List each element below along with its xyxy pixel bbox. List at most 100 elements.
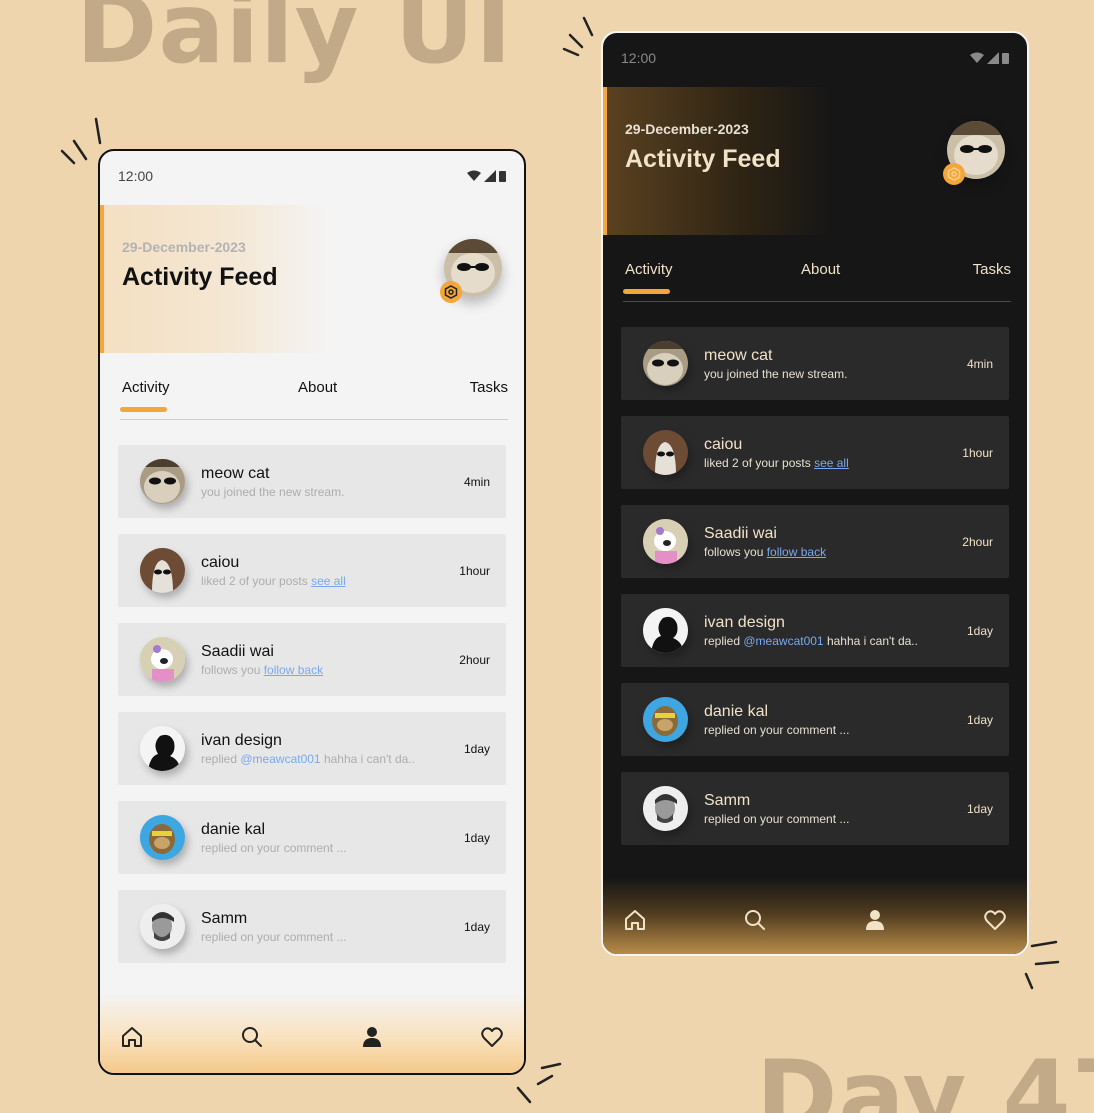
tab-bar: Activity About Tasks	[120, 377, 508, 421]
badge-icon	[440, 281, 462, 303]
activity-message: replied @meawcat001 hahha i can't da..	[704, 634, 918, 648]
heart-icon[interactable]	[983, 908, 1007, 932]
profile-avatar-button[interactable]	[943, 121, 1005, 185]
activity-message: replied on your comment ...	[201, 841, 347, 855]
avatar	[140, 459, 185, 504]
mention-link[interactable]: @meawcat001	[743, 634, 823, 648]
tab-bar: Activity About Tasks	[623, 259, 1011, 303]
activity-feed-list: meow cat you joined the new stream. 4min…	[621, 327, 1009, 861]
tab-about[interactable]: About	[298, 379, 337, 396]
see-all-link[interactable]: see all	[814, 456, 849, 470]
status-bar: 12:00	[118, 167, 506, 185]
timestamp: 1day	[966, 802, 993, 816]
activity-message: liked 2 of your posts see all	[201, 574, 346, 588]
wifi-icon	[970, 52, 984, 63]
status-icons	[970, 52, 1009, 64]
active-tab-indicator	[623, 289, 670, 294]
timestamp: 4min	[463, 475, 490, 489]
list-item[interactable]: danie kal replied on your comment ... 1d…	[118, 801, 506, 874]
tab-about[interactable]: About	[801, 261, 840, 278]
activity-message: replied @meawcat001 hahha i can't da..	[201, 752, 415, 766]
list-item[interactable]: caiou liked 2 of your posts see all 1hou…	[621, 416, 1009, 489]
search-icon[interactable]	[240, 1025, 264, 1049]
activity-message: follows you follow back	[704, 545, 827, 559]
timestamp: 1hour	[962, 446, 993, 460]
user-name: meow cat	[704, 347, 773, 364]
tab-tasks[interactable]: Tasks	[470, 379, 508, 396]
list-item[interactable]: danie kal replied on your comment ... 1d…	[621, 683, 1009, 756]
follow-back-link[interactable]: follow back	[264, 663, 323, 677]
home-icon[interactable]	[120, 1025, 144, 1049]
avatar	[140, 637, 185, 682]
search-icon[interactable]	[743, 908, 767, 932]
day-number-title: Day 47	[756, 1040, 1094, 1113]
user-name: ivan design	[201, 732, 282, 749]
status-icons	[467, 170, 506, 182]
status-time: 12:00	[621, 50, 657, 66]
tab-activity[interactable]: Activity	[625, 261, 673, 278]
user-name: caiou	[201, 554, 240, 571]
status-bar: 12:00	[621, 49, 1009, 67]
list-item[interactable]: ivan design replied @meawcat001 hahha i …	[621, 594, 1009, 667]
user-name: Samm	[201, 910, 248, 927]
profile-icon[interactable]	[360, 1025, 384, 1049]
timestamp: 1hour	[459, 564, 490, 578]
timestamp: 2hour	[962, 535, 993, 549]
daily-ui-title: Daily UI	[76, 0, 513, 86]
badge-icon	[943, 163, 965, 185]
tab-tasks[interactable]: Tasks	[973, 261, 1011, 278]
spark-decoration	[1024, 940, 1060, 990]
signal-icon	[484, 170, 496, 182]
list-item[interactable]: Saadii wai follows you follow back 2hour	[621, 505, 1009, 578]
activity-message: replied on your comment ...	[201, 930, 347, 944]
avatar	[140, 548, 185, 593]
avatar	[140, 815, 185, 860]
profile-avatar-button[interactable]	[440, 239, 502, 303]
heart-icon[interactable]	[480, 1025, 504, 1049]
user-name: Saadii wai	[704, 525, 777, 542]
avatar	[140, 904, 185, 949]
timestamp: 2hour	[459, 653, 490, 667]
avatar	[643, 519, 688, 564]
user-name: Samm	[704, 792, 751, 809]
activity-message: you joined the new stream.	[201, 485, 345, 499]
user-name: ivan design	[704, 614, 785, 631]
timestamp: 1day	[463, 920, 490, 934]
battery-icon	[499, 171, 506, 182]
profile-icon[interactable]	[863, 908, 887, 932]
list-item[interactable]: ivan design replied @meawcat001 hahha i …	[118, 712, 506, 785]
wifi-icon	[467, 170, 481, 181]
user-name: Saadii wai	[201, 643, 274, 660]
timestamp: 1day	[966, 624, 993, 638]
list-item[interactable]: meow cat you joined the new stream. 4min	[621, 327, 1009, 400]
activity-message: you joined the new stream.	[704, 367, 848, 381]
list-item[interactable]: Samm replied on your comment ... 1day	[621, 772, 1009, 845]
list-item[interactable]: Samm replied on your comment ... 1day	[118, 890, 506, 963]
active-tab-indicator	[120, 407, 167, 412]
list-item[interactable]: meow cat you joined the new stream. 4min	[118, 445, 506, 518]
mention-link[interactable]: @meawcat001	[240, 752, 320, 766]
page-title: Activity Feed	[122, 263, 278, 291]
avatar	[643, 786, 688, 831]
tab-activity[interactable]: Activity	[122, 379, 170, 396]
activity-message: liked 2 of your posts see all	[704, 456, 849, 470]
home-icon[interactable]	[623, 908, 647, 932]
light-phone-frame: 12:00 29-December-2023 Activity Feed Act…	[98, 149, 526, 1075]
user-name: danie kal	[704, 703, 769, 720]
avatar	[140, 726, 185, 771]
activity-message: replied on your comment ...	[704, 812, 850, 826]
avatar	[643, 697, 688, 742]
user-name: danie kal	[201, 821, 266, 838]
feed-header: 29-December-2023 Activity Feed	[603, 87, 833, 235]
activity-feed-list: meow cat you joined the new stream. 4min…	[118, 445, 506, 979]
follow-back-link[interactable]: follow back	[767, 545, 826, 559]
battery-icon	[1002, 53, 1009, 64]
status-time: 12:00	[118, 168, 154, 184]
avatar	[643, 341, 688, 386]
timestamp: 1day	[463, 831, 490, 845]
list-item[interactable]: Saadii wai follows you follow back 2hour	[118, 623, 506, 696]
list-item[interactable]: caiou liked 2 of your posts see all 1hou…	[118, 534, 506, 607]
page-title: Activity Feed	[625, 145, 781, 173]
activity-message: replied on your comment ...	[704, 723, 850, 737]
see-all-link[interactable]: see all	[311, 574, 346, 588]
